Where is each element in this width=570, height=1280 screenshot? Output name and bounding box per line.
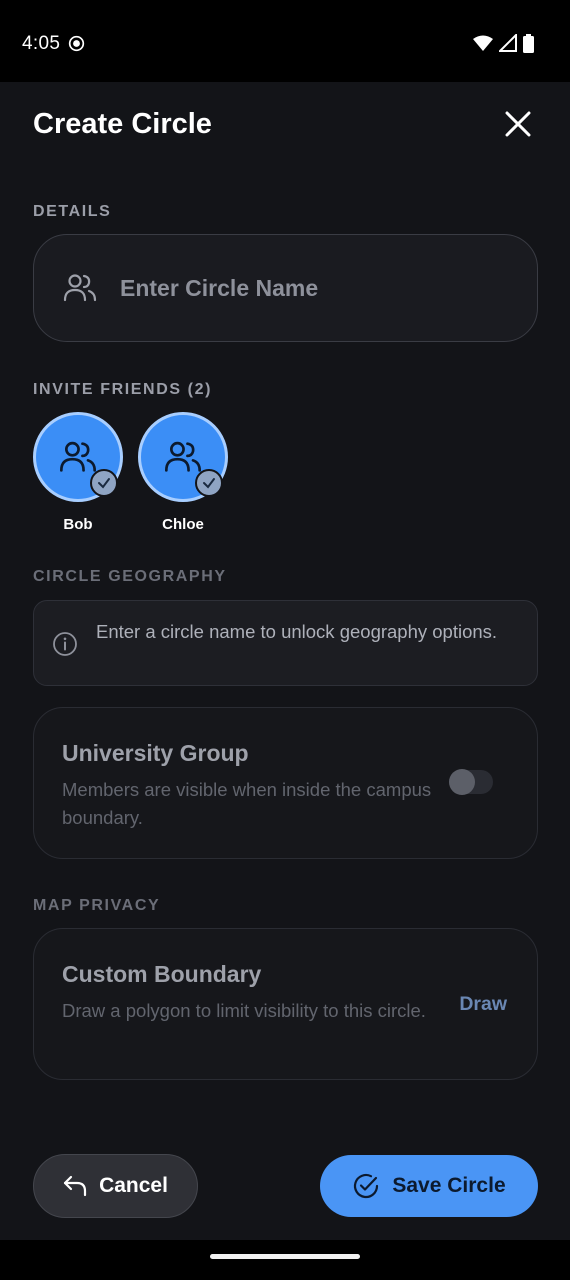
avatar xyxy=(33,412,123,502)
cell-signal-icon xyxy=(499,34,517,52)
users-icon xyxy=(165,441,202,472)
friend-item-chloe[interactable]: Chloe xyxy=(138,412,228,533)
close-icon xyxy=(505,111,531,137)
map-privacy-label: MAP PRIVACY xyxy=(33,897,161,914)
save-circle-button[interactable]: Save Circle xyxy=(320,1155,538,1217)
battery-icon xyxy=(523,33,534,53)
circle-geography-label: CIRCLE GEOGRAPHY xyxy=(33,568,227,585)
avatar xyxy=(138,412,228,502)
details-label: DETAILS xyxy=(33,203,112,220)
cancel-button[interactable]: Cancel xyxy=(33,1154,198,1218)
custom-boundary-description: Draw a polygon to limit visibility to th… xyxy=(62,1000,426,1021)
university-group-title: University Group xyxy=(62,740,249,766)
draw-boundary-button[interactable]: Draw xyxy=(459,993,507,1016)
friend-name: Chloe xyxy=(162,516,204,533)
home-gesture-handle[interactable] xyxy=(210,1254,360,1259)
users-icon xyxy=(60,441,96,472)
custom-boundary-card: Custom Boundary Draw a polygon to limit … xyxy=(33,928,538,1080)
circle-name-input[interactable] xyxy=(120,274,480,302)
geography-info-notice: Enter a circle name to unlock geography … xyxy=(33,600,538,686)
users-icon xyxy=(63,274,97,302)
info-icon xyxy=(53,632,77,656)
selected-check-badge xyxy=(90,469,118,497)
university-group-toggle[interactable] xyxy=(449,769,493,795)
circle-name-field[interactable] xyxy=(33,234,538,342)
status-icons xyxy=(473,33,534,53)
check-icon xyxy=(203,478,215,489)
cancel-label: Cancel xyxy=(99,1174,168,1197)
check-circle-icon xyxy=(354,1173,379,1199)
create-circle-sheet: Create Circle DETAILS INVITE FRIENDS (2) xyxy=(0,82,570,1240)
custom-boundary-title: Custom Boundary xyxy=(62,961,262,987)
screen-record-icon xyxy=(68,35,85,52)
save-label: Save Circle xyxy=(392,1174,506,1197)
friend-name: Bob xyxy=(63,516,93,533)
wifi-icon xyxy=(473,35,493,51)
undo-icon xyxy=(63,1175,87,1197)
selected-check-badge xyxy=(195,469,223,497)
friend-item-bob[interactable]: Bob xyxy=(33,412,123,533)
toggle-knob xyxy=(449,769,475,795)
geography-info-text: Enter a circle name to unlock geography … xyxy=(96,621,498,642)
status-bar: 4:05 xyxy=(0,0,570,82)
university-group-description: Members are visible when inside the camp… xyxy=(62,779,432,828)
check-icon xyxy=(98,478,110,489)
page-title: Create Circle xyxy=(33,108,212,140)
navigation-bar xyxy=(0,1240,570,1280)
university-group-card: University Group Members are visible whe… xyxy=(33,707,538,859)
close-button[interactable] xyxy=(500,106,536,142)
status-time: 4:05 xyxy=(22,33,61,54)
invite-friends-label: INVITE FRIENDS (2) xyxy=(33,381,213,398)
